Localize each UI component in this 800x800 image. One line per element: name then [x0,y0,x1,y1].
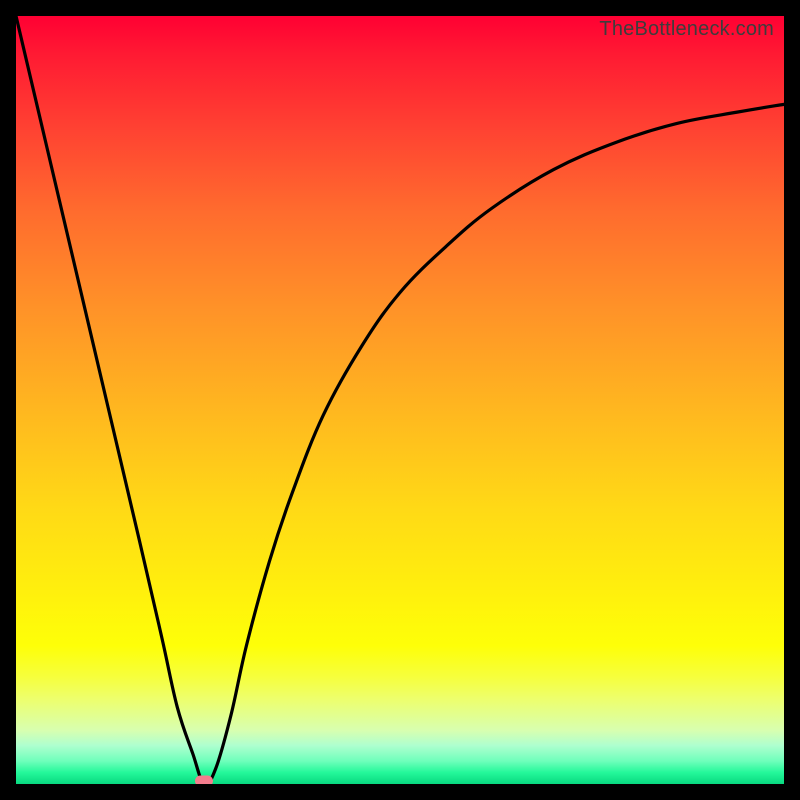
watermark-text: TheBottleneck.com [599,18,774,41]
plot-area: TheBottleneck.com [16,16,784,784]
bottleneck-curve [16,16,784,784]
minimum-marker [195,776,213,785]
chart-frame: TheBottleneck.com [0,0,800,800]
